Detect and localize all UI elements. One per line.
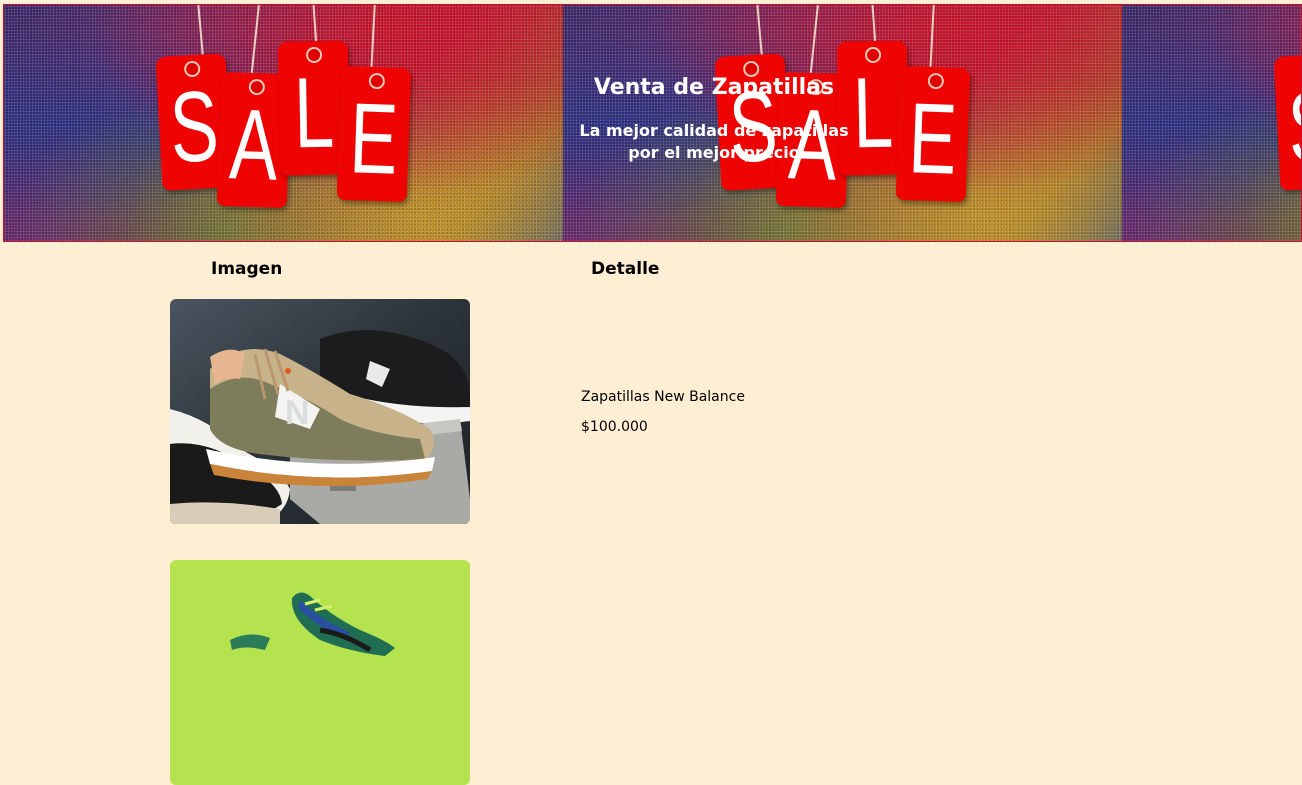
svg-text:N: N bbox=[285, 394, 310, 432]
sale-tag: S bbox=[1273, 53, 1301, 191]
product-name: Zapatillas New Balance bbox=[581, 389, 745, 405]
sale-background-tile: S bbox=[1122, 5, 1301, 241]
column-header-image: Imagen bbox=[211, 259, 283, 279]
sale-background-tile: S A L E bbox=[4, 5, 563, 241]
column-header-detail: Detalle bbox=[591, 259, 660, 279]
banner-subtitle-line: La mejor calidad de zapatillas bbox=[579, 121, 849, 140]
banner-title: Venta de Zapatillas bbox=[593, 75, 835, 100]
banner-heading-group: Venta de Zapatillas La mejor calidad de … bbox=[544, 75, 884, 164]
banner-subtitle: La mejor calidad de zapatillas por el me… bbox=[544, 120, 884, 164]
hero-banner: S A L E S A L E S Venta de Zapatillas La… bbox=[3, 4, 1302, 242]
banner-subtitle-line: por el mejor precio bbox=[628, 143, 800, 162]
sale-tag: E bbox=[336, 65, 412, 203]
sneaker-photo-icon bbox=[170, 560, 470, 785]
sale-tag: E bbox=[895, 65, 971, 203]
product-image-new-balance: N bbox=[170, 299, 470, 524]
product-image-green-sneaker bbox=[170, 560, 470, 785]
sneaker-photo-icon: N bbox=[170, 299, 470, 524]
product-price: $100.000 bbox=[581, 419, 648, 435]
